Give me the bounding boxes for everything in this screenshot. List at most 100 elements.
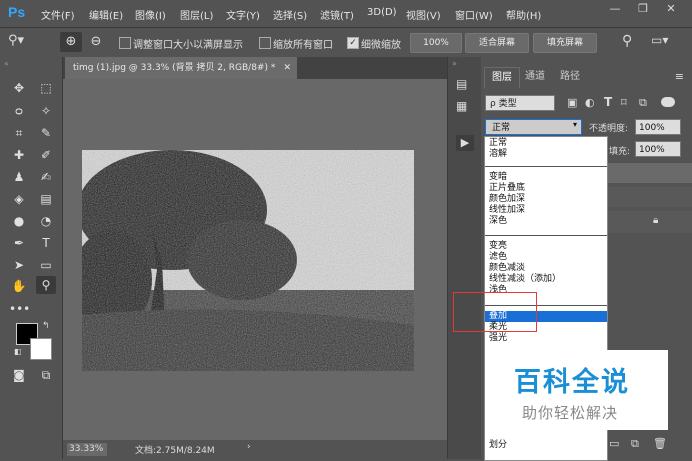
background-color-swatch[interactable] [30, 338, 52, 360]
zoom-tool-icon[interactable]: ⚲▾ [8, 33, 24, 48]
menu-filter[interactable]: 滤镜(T) [320, 7, 354, 22]
menu-image[interactable]: 图像(I) [135, 7, 166, 22]
fill-input[interactable]: 100% [635, 141, 681, 157]
blend-option-screen[interactable]: 滤色 [489, 252, 507, 263]
smart-object-filter-icon[interactable]: ⧉ [639, 96, 647, 110]
blur-tool-icon[interactable]: ● [9, 212, 29, 230]
move-tool-icon[interactable]: ✥ [9, 79, 29, 97]
gradient-tool-icon[interactable]: ▤ [36, 190, 56, 208]
menu-file[interactable]: 文件(F) [41, 7, 75, 22]
screen-mode-icon[interactable]: ⧉ [36, 366, 56, 384]
history-panel-icon[interactable]: ▤ [456, 77, 467, 91]
document-image[interactable] [82, 150, 414, 371]
brush-tool-icon[interactable]: ✐ [36, 146, 56, 164]
workspace-icon[interactable]: ▭▾ [651, 33, 668, 47]
swap-colors-icon[interactable]: ↰ [42, 321, 50, 331]
doc-size-info: 文档:2.75M/8.24M [135, 446, 215, 456]
close-tab-icon[interactable]: ✕ [283, 57, 291, 79]
minimize-icon[interactable]: — [604, 2, 626, 16]
opacity-label: 不透明度: [589, 124, 629, 134]
blend-option-divide[interactable]: 划分 [489, 440, 507, 451]
zoom-100-button[interactable]: 100% [410, 33, 462, 53]
menu-layer[interactable]: 图层(L) [180, 7, 213, 22]
fill-screen-button[interactable]: 填充屏幕 [533, 33, 597, 53]
crop-tool-icon[interactable]: ⌗ [9, 124, 29, 142]
menu-window[interactable]: 窗口(W) [455, 7, 493, 22]
menu-type[interactable]: 文字(Y) [226, 7, 260, 22]
properties-panel-icon[interactable]: ▦ [456, 99, 467, 113]
filter-toggle[interactable] [661, 97, 675, 107]
collapse-icon[interactable]: « [4, 59, 9, 68]
zoom-all-label: 缩放所有窗口 [273, 40, 333, 51]
menu-bar: Ps 文件(F) 编辑(E) 图像(I) 图层(L) 文字(Y) 选择(S) 滤… [0, 0, 692, 27]
trash-icon[interactable]: 🗑︎ [653, 437, 667, 450]
blend-option-dissolve[interactable]: 溶解 [489, 149, 507, 160]
type-tool-icon[interactable]: T [36, 234, 56, 252]
clone-stamp-icon[interactable]: ♟ [9, 168, 29, 186]
zoom-all-checkbox[interactable] [259, 37, 271, 49]
blend-option-lighten[interactable]: 变亮 [489, 241, 507, 252]
layer-row[interactable] [607, 211, 692, 233]
close-icon[interactable]: ✕ [660, 2, 682, 16]
new-group-icon[interactable]: ▭ [609, 437, 619, 450]
layer-row[interactable] [607, 187, 692, 207]
tab-paths[interactable]: 路径 [553, 67, 587, 87]
adjustment-filter-icon[interactable]: ◐ [585, 96, 595, 109]
tab-channels[interactable]: 通道 [518, 67, 552, 87]
blend-mode-select[interactable]: 正常 [485, 119, 582, 135]
restore-icon[interactable]: ❐ [632, 2, 654, 16]
zoom-tool-icon[interactable]: ⚲ [36, 276, 56, 294]
blend-option-linear-burn[interactable]: 线性加深 [489, 205, 525, 216]
status-menu-icon[interactable]: › [247, 442, 251, 452]
marquee-tool-icon[interactable]: ⬚ [36, 79, 56, 97]
expand-icon[interactable]: » [452, 59, 457, 68]
menu-edit[interactable]: 编辑(E) [89, 7, 123, 22]
blend-option-darken[interactable]: 变暗 [489, 172, 507, 183]
blend-option-color-burn[interactable]: 颜色加深 [489, 194, 525, 205]
menu-view[interactable]: 视图(V) [406, 7, 441, 22]
blend-option-linear-dodge[interactable]: 线性减淡（添加） [489, 274, 561, 285]
shape-tool-icon[interactable]: ▭ [36, 256, 56, 274]
blend-option-normal[interactable]: 正常 [489, 138, 507, 149]
menu-select[interactable]: 选择(S) [273, 7, 307, 22]
path-select-icon[interactable]: ➤ [9, 256, 29, 274]
healing-brush-icon[interactable]: ✚ [9, 146, 29, 164]
more-tools-icon[interactable]: ••• [9, 300, 30, 318]
eraser-tool-icon[interactable]: ◈ [9, 190, 29, 208]
menu-3d[interactable]: 3D(D) [367, 7, 397, 18]
magic-wand-icon[interactable]: ✧ [36, 102, 56, 120]
document-tab[interactable]: timg (1).jpg @ 33.3% (背景 拷贝 2, RGB/8#) *… [65, 57, 297, 79]
menu-help[interactable]: 帮助(H) [506, 7, 541, 22]
quick-mask-icon[interactable]: ◙ [9, 366, 29, 384]
eyedropper-icon[interactable]: ✎ [36, 124, 56, 142]
new-layer-icon[interactable]: ⧉ [631, 437, 639, 451]
play-icon[interactable]: ▶ [456, 135, 474, 151]
lasso-tool-icon[interactable]: ᴑ [9, 102, 29, 120]
pen-tool-icon[interactable]: ✒ [9, 234, 29, 252]
pixel-filter-icon[interactable]: ▣ [567, 96, 577, 109]
layer-filter-select[interactable]: ρ 类型 [485, 95, 555, 111]
zoom-out-icon[interactable]: ⊖ [86, 32, 106, 52]
zoom-level[interactable]: 33.33% [67, 443, 107, 456]
dodge-tool-icon[interactable]: ◔ [36, 212, 56, 230]
blend-option-hard-light[interactable]: 强光 [489, 333, 507, 344]
watermark-logo: 百科全说 助你轻松解决 [500, 350, 668, 430]
default-colors-icon[interactable]: ◧ [14, 347, 22, 356]
scrubby-zoom-checkbox[interactable]: ✓ [347, 37, 359, 49]
history-brush-icon[interactable]: ✍ [36, 168, 56, 186]
hand-tool-icon[interactable]: ✋ [9, 277, 29, 295]
blend-option-color-dodge[interactable]: 颜色减淡 [489, 263, 525, 274]
watermark-title: 百科全说 [514, 367, 630, 398]
panel-menu-icon[interactable]: ≡ [675, 70, 684, 83]
resize-window-checkbox[interactable] [119, 37, 131, 49]
zoom-in-icon[interactable]: ⊕ [60, 32, 82, 52]
fit-screen-button[interactable]: 适合屏幕 [465, 33, 529, 53]
opacity-input[interactable]: 100% [635, 119, 681, 135]
tab-layers[interactable]: 图层 [484, 67, 520, 88]
blend-option-multiply[interactable]: 正片叠底 [489, 183, 525, 194]
layer-row[interactable] [607, 163, 692, 183]
shape-filter-icon[interactable]: ⌑ [621, 96, 627, 109]
blend-option-darker-color[interactable]: 深色 [489, 216, 507, 227]
type-filter-icon[interactable]: T [604, 95, 612, 109]
search-icon[interactable]: ⚲ [622, 33, 632, 49]
